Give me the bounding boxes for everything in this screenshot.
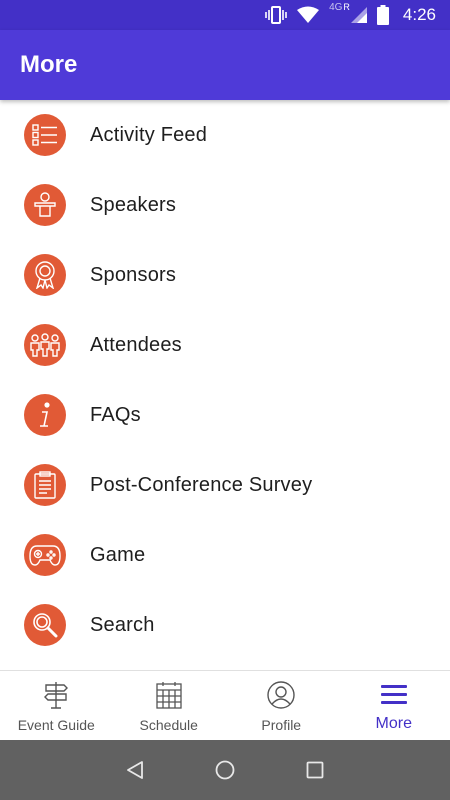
menu-item-label: Activity Feed	[90, 123, 208, 146]
menu-item-sponsors[interactable]: Sponsors	[0, 240, 450, 310]
status-time: 4:26	[402, 5, 436, 24]
app-bar: More	[0, 30, 450, 100]
home-button[interactable]	[205, 750, 245, 790]
gamepad-icon	[24, 534, 66, 576]
tab-schedule[interactable]: Schedule	[113, 671, 226, 740]
roaming-indicator: R	[343, 2, 350, 12]
menu-item-post-conference-survey[interactable]: Post-Conference Survey	[0, 450, 450, 520]
menu-item-label: Post-Conference Survey	[90, 473, 313, 496]
tab-label: Schedule	[139, 717, 198, 733]
menu-item-label: Search	[90, 613, 155, 636]
group-people-icon	[24, 324, 66, 366]
menu-item-label: Speakers	[90, 193, 177, 216]
signal-icon	[350, 7, 367, 23]
menu-item-attendees[interactable]: Attendees	[0, 310, 450, 380]
tab-label: Event Guide	[17, 717, 95, 733]
menu-item-label: FAQs	[90, 403, 141, 426]
clipboard-icon	[24, 464, 66, 506]
menu-item-search[interactable]: Search	[0, 590, 450, 660]
menu-item-game[interactable]: Game	[0, 520, 450, 590]
battery-icon	[376, 5, 389, 25]
menu-item-label: Sponsors	[90, 263, 177, 286]
search-icon	[24, 604, 66, 646]
hamburger-menu-icon	[380, 685, 407, 704]
menu-item-label: Game	[90, 543, 146, 566]
vibrate-icon	[265, 6, 287, 24]
page-title: More	[20, 51, 78, 78]
list-icon	[24, 114, 66, 156]
award-ribbon-icon	[24, 254, 66, 296]
recents-button[interactable]	[295, 750, 335, 790]
menu-item-speakers[interactable]: Speakers	[0, 170, 450, 240]
tab-profile[interactable]: Profile	[225, 671, 338, 740]
back-button[interactable]	[115, 750, 155, 790]
tab-label: More	[375, 715, 412, 732]
tab-label: Profile	[261, 717, 302, 733]
menu-item-label: Attendees	[90, 333, 182, 356]
wifi-icon	[297, 6, 320, 24]
status-bar: 4G R 4:26	[0, 0, 450, 30]
back-triangle-icon	[127, 761, 143, 779]
recents-square-icon	[306, 761, 324, 779]
tab-more[interactable]: More	[338, 671, 450, 740]
more-menu-list: Activity Feed Speakers Sponsors Attendee…	[0, 100, 450, 670]
info-icon	[24, 394, 66, 436]
menu-item-faqs[interactable]: FAQs	[0, 380, 450, 450]
system-nav-bar	[0, 740, 450, 800]
signpost-icon	[44, 682, 69, 709]
calendar-icon	[156, 682, 182, 709]
profile-icon	[267, 681, 295, 709]
cell-signal: 4G R	[329, 2, 367, 24]
menu-item-activity-feed[interactable]: Activity Feed	[0, 100, 450, 170]
network-type: 4G	[329, 2, 343, 13]
home-circle-icon	[215, 760, 235, 780]
speaker-podium-icon	[24, 184, 66, 226]
tab-event-guide[interactable]: Event Guide	[0, 671, 113, 740]
bottom-nav: Event Guide Schedule Profile More	[0, 670, 450, 740]
